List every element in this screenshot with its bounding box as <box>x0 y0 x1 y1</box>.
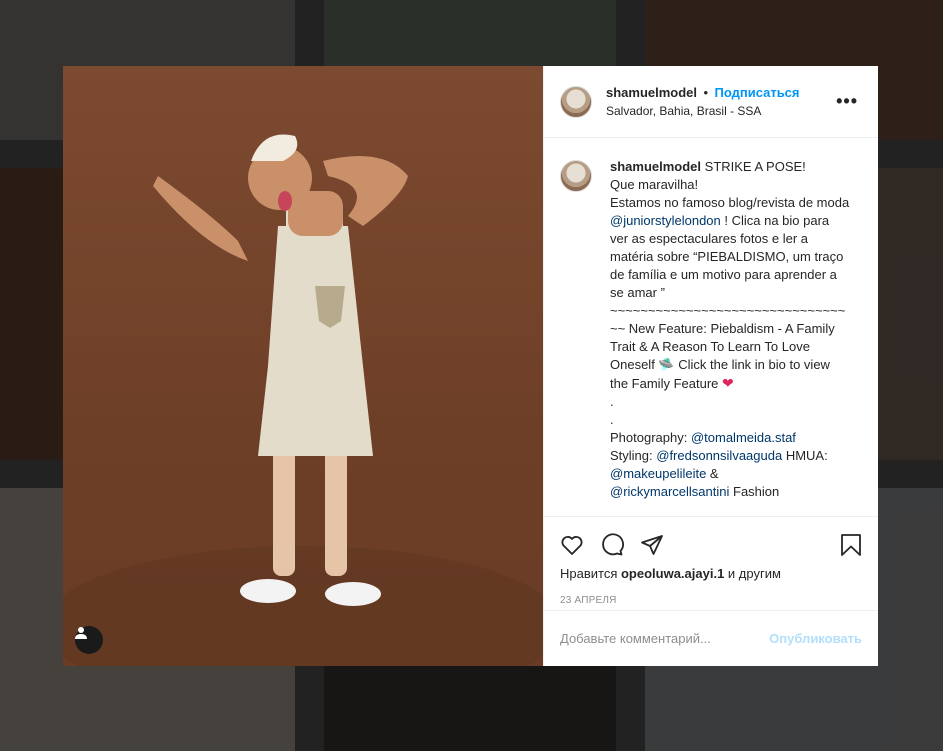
likes-prefix: Нравится <box>560 566 621 581</box>
caption-line: Styling: <box>610 448 653 463</box>
post-actions: Нравится opeoluwa.ajayi.1 и другим 23 ап… <box>544 516 878 610</box>
heart-icon <box>561 536 583 555</box>
comment-form: Опубликовать <box>544 610 878 666</box>
caption-area: shamuelmodel STRIKE A POSE! Que maravilh… <box>544 138 878 516</box>
avatar[interactable] <box>560 85 592 118</box>
likes-summary: Нравится opeoluwa.ajayi.1 и другим <box>560 565 862 583</box>
mention-link[interactable]: @fredsonnsilvaaguda <box>656 448 782 463</box>
like-button[interactable] <box>560 525 600 565</box>
caption-line: ! Clica na bio para ver as espectaculare… <box>610 213 846 391</box>
post-comment-button[interactable]: Опубликовать <box>769 631 862 646</box>
likes-suffix[interactable]: и другим <box>724 566 781 581</box>
bookmark-icon <box>841 534 861 556</box>
post-modal: shamuelmodel • Подписаться Salvador, Bah… <box>63 66 878 666</box>
caption-line: . . Photography: <box>610 394 688 445</box>
comment-button[interactable] <box>600 525 640 565</box>
mention-link[interactable]: @juniorstylelondon <box>610 213 721 228</box>
comment-icon <box>602 533 624 556</box>
username-link[interactable]: shamuelmodel <box>606 85 697 100</box>
post-date[interactable]: 23 апреля <box>560 595 862 606</box>
comment-input[interactable] <box>560 631 770 646</box>
post-sidebar: shamuelmodel • Подписаться Salvador, Bah… <box>543 66 878 666</box>
caption-line: & <box>709 466 719 481</box>
mention-link[interactable]: @makeupelileite <box>610 466 706 481</box>
caption-line: HMUA: <box>782 448 832 463</box>
action-icon-row <box>560 525 862 565</box>
liker-username[interactable]: opeoluwa.ajayi.1 <box>621 566 724 581</box>
mention-link[interactable]: @rickymarcellsantini <box>610 484 729 499</box>
separator-dot: • <box>703 84 709 100</box>
follow-button[interactable]: Подписаться <box>715 85 800 100</box>
caption-username[interactable]: shamuelmodel <box>610 159 701 174</box>
more-options-icon[interactable]: ••• <box>832 91 862 112</box>
save-button[interactable] <box>832 525 862 565</box>
caption-text: shamuelmodel STRIKE A POSE! Que maravilh… <box>610 158 850 516</box>
header-text: shamuelmodel • Подписаться Salvador, Bah… <box>606 84 832 120</box>
post-header: shamuelmodel • Подписаться Salvador, Bah… <box>544 66 878 138</box>
post-photo[interactable] <box>63 66 543 666</box>
user-tag-button[interactable] <box>75 626 103 654</box>
share-button[interactable] <box>640 525 680 565</box>
user-tag-icon <box>75 627 87 639</box>
photo-illustration <box>63 134 543 666</box>
mention-link[interactable]: @tomalmeida.staf <box>691 430 796 445</box>
avatar[interactable] <box>560 160 592 192</box>
location-link[interactable]: Salvador, Bahia, Brasil - SSA <box>606 102 832 120</box>
caption-line: Fashion <box>729 484 780 499</box>
share-icon <box>641 535 663 555</box>
heart-emoji: ❤ <box>722 375 734 391</box>
